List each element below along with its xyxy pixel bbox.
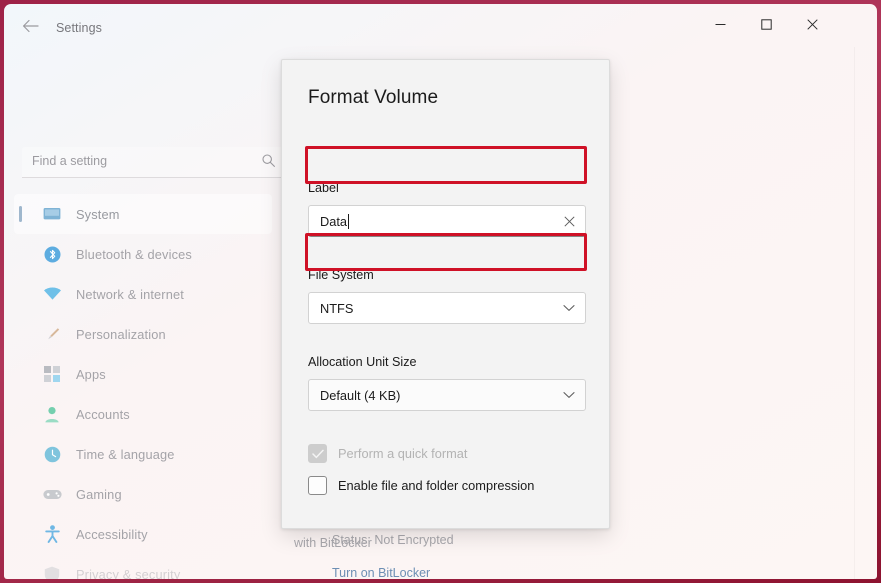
sidebar-item-time-language[interactable]: Time & language: [14, 434, 272, 474]
close-icon: [564, 216, 575, 227]
back-button[interactable]: [16, 13, 44, 39]
file-system-value: NTFS: [320, 301, 353, 316]
sidebar-item-label: Network & internet: [76, 287, 184, 302]
sidebar-item-bluetooth-devices[interactable]: Bluetooth & devices: [14, 234, 272, 274]
sidebar-item-label: System: [76, 207, 120, 222]
person-icon: [42, 405, 62, 423]
quick-format-checkbox-row[interactable]: Perform a quick format: [308, 444, 467, 463]
compression-label: Enable file and folder compression: [338, 478, 534, 493]
label-field-highlight: [305, 146, 587, 184]
turn-on-bitlocker-link[interactable]: Turn on BitLocker: [332, 566, 430, 579]
search-input[interactable]: Find a setting: [32, 154, 107, 168]
sidebar-item-apps[interactable]: Apps: [14, 354, 272, 394]
clock-icon: [42, 445, 62, 463]
close-button[interactable]: [789, 4, 835, 44]
sidebar-item-label: Gaming: [76, 487, 122, 502]
format-volume-dialog: Format Volume Label Data File System NTF…: [281, 59, 610, 529]
dialog-title: Format Volume: [308, 87, 438, 109]
file-system-field-highlight: [305, 233, 587, 271]
sidebar-item-label: Time & language: [76, 447, 175, 462]
selection-indicator: [19, 206, 22, 222]
compression-checkbox-row[interactable]: Enable file and folder compression: [308, 476, 534, 495]
sidebar-item-label: Accounts: [76, 407, 130, 422]
minimize-icon: [715, 19, 726, 30]
maximize-icon: [761, 19, 772, 30]
sidebar-item-label: Privacy & security: [76, 567, 180, 580]
apps-grid-icon: [42, 365, 62, 383]
settings-window: Settings: [4, 4, 877, 579]
checkbox-checked-icon[interactable]: [308, 444, 327, 463]
wifi-icon: [42, 285, 62, 303]
sidebar-item-label: Apps: [76, 367, 106, 382]
allocation-unit-size-select[interactable]: Default (4 KB): [308, 379, 586, 411]
text-caret: [348, 214, 349, 229]
shield-icon: [42, 565, 62, 579]
label-input-value: Data: [320, 214, 347, 229]
chevron-down-icon[interactable]: [563, 391, 575, 399]
search-box[interactable]: Find a setting: [22, 147, 284, 178]
sidebar-item-network-internet[interactable]: Network & internet: [14, 274, 272, 314]
monitor-icon: [42, 205, 62, 223]
sidebar-item-gaming[interactable]: Gaming: [14, 474, 272, 514]
sidebar: System Bluetooth & devices Network: [4, 194, 282, 579]
accessibility-icon: [42, 525, 62, 543]
maximize-button[interactable]: [743, 4, 789, 44]
content-divider: [854, 47, 855, 579]
close-icon: [807, 19, 818, 30]
screenshot-root: Settings: [0, 0, 881, 583]
gamepad-icon: [42, 485, 62, 503]
allocation-unit-size-field-label: Allocation Unit Size: [308, 355, 417, 369]
sidebar-item-accessibility[interactable]: Accessibility: [14, 514, 272, 554]
sidebar-item-label: Personalization: [76, 327, 166, 342]
file-system-select[interactable]: NTFS: [308, 292, 586, 324]
encryption-status-text: Status: Not Encrypted: [332, 533, 454, 547]
search-icon[interactable]: [261, 153, 276, 173]
chevron-down-icon[interactable]: [563, 304, 575, 312]
sidebar-item-privacy-security[interactable]: Privacy & security: [14, 554, 272, 579]
brush-icon: [42, 325, 62, 343]
minimize-button[interactable]: [697, 4, 743, 44]
arrow-left-icon: [22, 19, 39, 33]
app-title: Settings: [56, 21, 102, 35]
quick-format-label: Perform a quick format: [338, 446, 467, 461]
allocation-unit-size-value: Default (4 KB): [320, 388, 400, 403]
sidebar-item-personalization[interactable]: Personalization: [14, 314, 272, 354]
title-bar: Settings: [4, 4, 877, 47]
bluetooth-icon: [42, 245, 62, 263]
sidebar-item-label: Accessibility: [76, 527, 148, 542]
sidebar-item-accounts[interactable]: Accounts: [14, 394, 272, 434]
checkbox-unchecked-icon[interactable]: [308, 476, 327, 495]
sidebar-item-label: Bluetooth & devices: [76, 247, 192, 262]
sidebar-item-system[interactable]: System: [14, 194, 272, 234]
clear-label-button[interactable]: [564, 216, 575, 227]
